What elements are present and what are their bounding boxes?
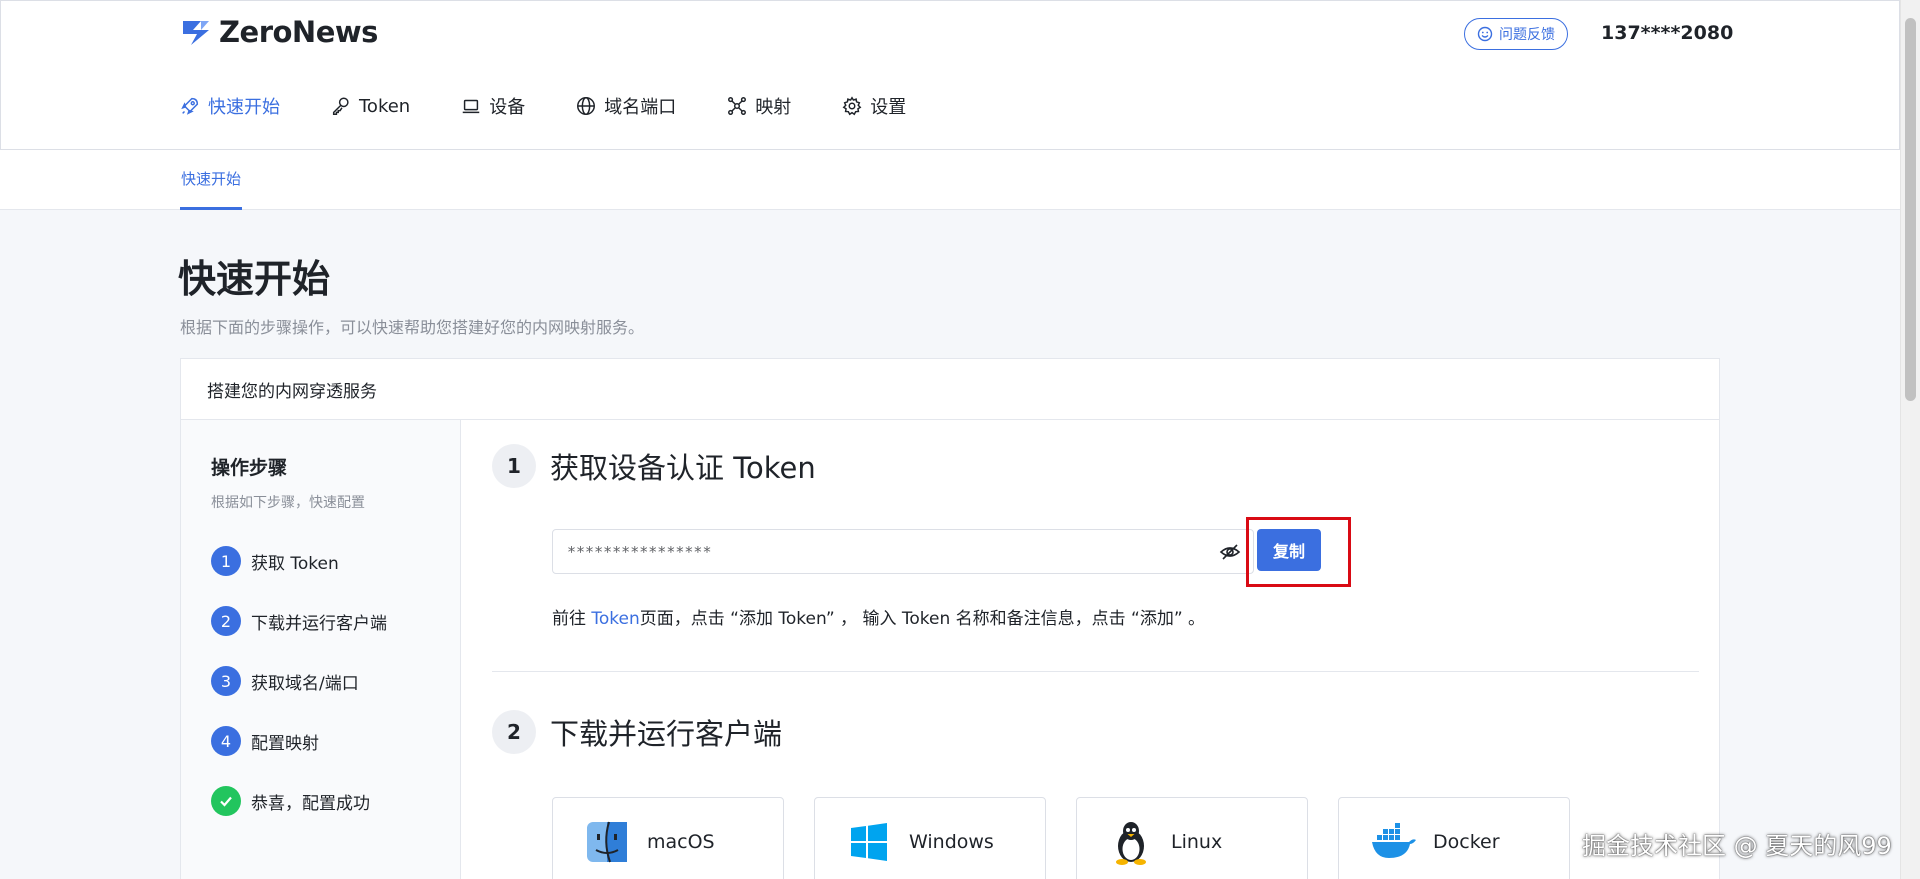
eye-off-icon[interactable] (1219, 541, 1241, 563)
card-title: 搭建您的内网穿透服务 (181, 359, 1719, 420)
rocket-icon (181, 97, 199, 115)
macos-finder-icon (587, 821, 627, 863)
step-number: 4 (211, 726, 241, 756)
page-title: 快速开始 (178, 257, 331, 301)
check-icon (211, 786, 241, 816)
copy-button[interactable]: 复制 (1257, 529, 1321, 571)
network-icon (728, 97, 747, 115)
os-card-linux[interactable]: Linux (1076, 797, 1308, 879)
os-label: Linux (1171, 831, 1223, 853)
os-options: macOS Windows Linux Docker (552, 797, 1570, 879)
token-input[interactable] (567, 530, 1187, 573)
step-number: 1 (211, 546, 241, 576)
step-item-success[interactable]: 恭喜，配置成功 (211, 786, 370, 816)
section-title: 获取设备认证 Token (550, 451, 816, 485)
step-number: 2 (211, 606, 241, 636)
os-label: macOS (647, 831, 715, 853)
tab-quickstart[interactable]: 快速开始 (180, 150, 243, 210)
feedback-label: 问题反馈 (1499, 27, 1555, 43)
card-body: 操作步骤 根据如下步骤，快速配置 1 获取 Token 2 下载并运行客户端 3… (181, 420, 1719, 879)
os-card-windows[interactable]: Windows (814, 797, 1046, 879)
key-icon (332, 97, 349, 115)
os-card-docker[interactable]: Docker (1338, 797, 1570, 879)
steps-content: 1 获取设备认证 Token 复制 前往 Token页面，点击 “添加 Toke… (462, 420, 1719, 879)
nav-item-domain-ports[interactable]: 域名端口 (575, 93, 676, 119)
hint-prefix: 前往 (552, 609, 592, 629)
laptop-icon (462, 99, 480, 114)
nav-item-token[interactable]: Token (330, 93, 410, 119)
step-label: 获取域名/端口 (251, 673, 359, 694)
step-number: 3 (211, 666, 241, 696)
nav-label: 设备 (489, 97, 526, 118)
nav-label: 域名端口 (604, 97, 677, 118)
setup-card: 搭建您的内网穿透服务 操作步骤 根据如下步骤，快速配置 1 获取 Token 2… (180, 358, 1720, 879)
steps-panel: 操作步骤 根据如下步骤，快速配置 1 获取 Token 2 下载并运行客户端 3… (181, 420, 461, 879)
smile-icon (1477, 26, 1493, 42)
nav-item-mapping[interactable]: 映射 (726, 93, 791, 119)
token-page-link[interactable]: Token (591, 609, 639, 629)
main-nav: 快速开始 Token 设备 域名端口 映射 设置 (179, 93, 956, 119)
globe-icon (577, 97, 596, 115)
token-hint: 前往 Token页面，点击 “添加 Token” ， 输入 Token 名称和备… (552, 604, 1205, 629)
step-label: 配置映射 (251, 733, 319, 754)
hint-suffix: 页面，点击 “添加 Token” ， 输入 Token 名称和备注信息，点击 “… (639, 609, 1206, 629)
docker-icon (1372, 823, 1416, 858)
logo-text: ZeroNews (219, 15, 378, 49)
section-divider (492, 671, 1699, 672)
gear-icon (842, 96, 862, 116)
os-label: Docker (1433, 831, 1500, 853)
nav-label: 快速开始 (208, 97, 280, 118)
step-item-get-domain[interactable]: 3 获取域名/端口 (211, 666, 359, 696)
os-label: Windows (909, 831, 994, 853)
step-item-configure-mapping[interactable]: 4 配置映射 (211, 726, 319, 756)
linux-tux-icon (1116, 822, 1146, 865)
feedback-button[interactable]: 问题反馈 (1464, 18, 1568, 50)
scrollbar-thumb[interactable] (1905, 18, 1916, 401)
sub-tab-bar: 快速开始 (0, 150, 1900, 210)
page-subtitle: 根据下面的步骤操作，可以快速帮助您搭建好您的内网映射服务。 (180, 318, 645, 337)
section-title: 下载并运行客户端 (550, 717, 783, 751)
zeronews-logo-icon (183, 21, 209, 45)
steps-title: 操作步骤 (211, 457, 288, 479)
windows-icon (851, 823, 887, 861)
step-item-download-client[interactable]: 2 下载并运行客户端 (211, 606, 387, 636)
nav-item-quickstart[interactable]: 快速开始 (179, 93, 280, 119)
nav-item-settings[interactable]: 设置 (841, 93, 906, 119)
watermark: 掘金技术社区 @ 夏天的风99 (1582, 832, 1892, 860)
user-account[interactable]: 137****2080 (1601, 22, 1733, 44)
section-download-header: 2 下载并运行客户端 (492, 710, 782, 754)
nav-label: Token (359, 95, 411, 117)
nav-label: 映射 (755, 97, 792, 118)
nav-label: 设置 (870, 97, 907, 118)
step-label: 下载并运行客户端 (251, 613, 387, 634)
step-item-get-token[interactable]: 1 获取 Token (211, 546, 339, 576)
steps-subtitle: 根据如下步骤，快速配置 (211, 495, 365, 511)
section-number: 2 (492, 710, 536, 754)
top-header: ZeroNews 问题反馈 137****2080 快速开始 Token 设备 … (0, 0, 1900, 150)
step-label: 获取 Token (251, 553, 339, 574)
step-label: 恭喜，配置成功 (251, 793, 370, 814)
logo[interactable]: ZeroNews (179, 15, 378, 49)
os-card-macos[interactable]: macOS (552, 797, 784, 879)
section-number: 1 (492, 444, 536, 488)
nav-item-devices[interactable]: 设备 (460, 93, 525, 119)
vertical-scrollbar[interactable] (1900, 0, 1920, 879)
section-get-token-header: 1 获取设备认证 Token (492, 444, 816, 488)
token-field (552, 529, 1254, 574)
